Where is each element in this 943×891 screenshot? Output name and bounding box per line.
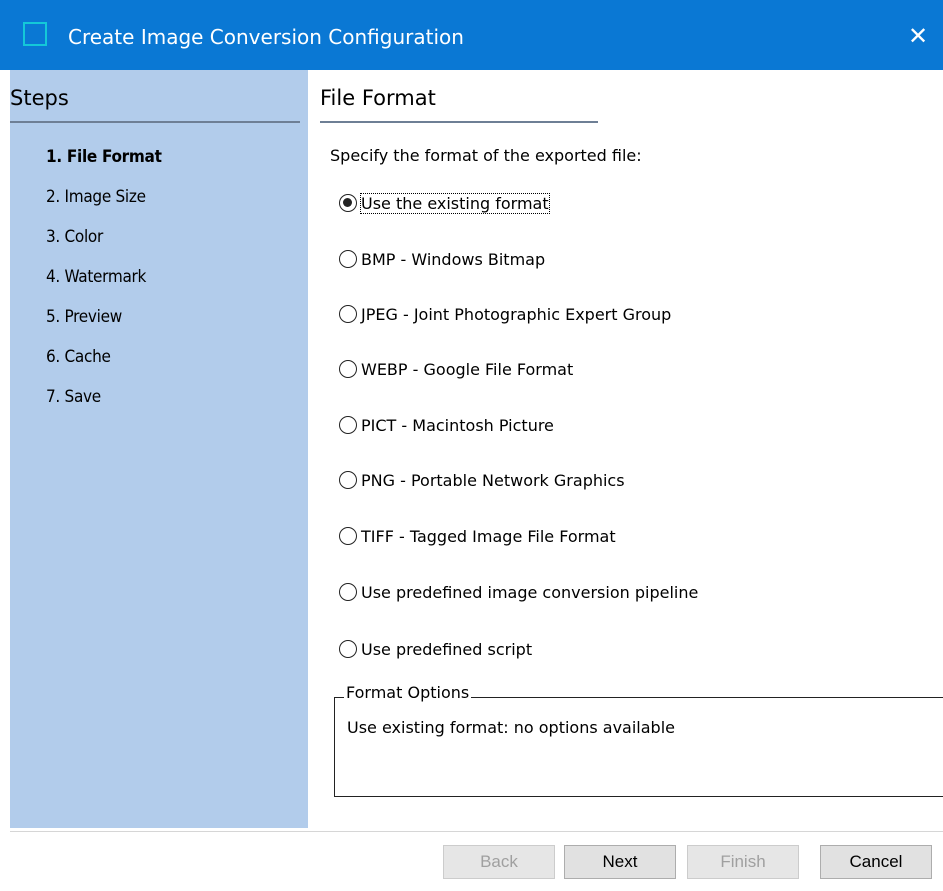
radio-label: BMP - Windows Bitmap [361,249,546,269]
radio-pipeline[interactable]: Use predefined image conversion pipeline [339,579,698,605]
step-save: 7. Save [46,387,101,407]
radio-button[interactable] [339,416,357,434]
radio-button[interactable] [339,194,357,212]
dialog-edge [0,70,10,891]
radio-label: PICT - Macintosh Picture [361,415,554,435]
radio-label: TIFF - Tagged Image File Format [361,526,616,546]
format-options-text: Use existing format: no options availabl… [347,718,675,737]
step-file-format: 1. File Format [46,147,162,167]
radio-bmp[interactable]: BMP - Windows Bitmap [339,246,545,272]
back-button[interactable]: Back [443,845,555,879]
radio-button[interactable] [339,305,357,323]
app-icon [23,22,47,46]
footer-divider [10,831,943,832]
steps-title: Steps [10,86,69,110]
section-title: File Format [320,86,436,110]
radio-label: Use the existing format [360,192,550,214]
radio-label: Use predefined script [361,639,533,659]
cancel-button[interactable]: Cancel [820,845,932,879]
format-prompt: Specify the format of the exported file: [330,146,642,165]
step-image-size: 2. Image Size [46,187,146,207]
radio-button[interactable] [339,250,357,268]
radio-existing-format[interactable]: Use the existing format [339,190,550,216]
steps-list: 1. File Format 2. Image Size 3. Color 4.… [46,145,162,425]
radio-button[interactable] [339,360,357,378]
radio-button[interactable] [339,471,357,489]
finish-button[interactable]: Finish [687,845,799,879]
radio-label: WEBP - Google File Format [361,359,574,379]
section-divider [320,121,598,123]
radio-script[interactable]: Use predefined script [339,636,532,662]
close-button[interactable]: ✕ [893,0,943,70]
radio-button[interactable] [339,583,357,601]
radio-button[interactable] [339,640,357,658]
step-cache: 6. Cache [46,347,111,367]
radio-tiff[interactable]: TIFF - Tagged Image File Format [339,523,616,549]
steps-divider [10,121,300,123]
step-color: 3. Color [46,227,103,247]
radio-png[interactable]: PNG - Portable Network Graphics [339,467,625,493]
radio-label: JPEG - Joint Photographic Expert Group [361,304,672,324]
radio-button[interactable] [339,527,357,545]
window-title: Create Image Conversion Configuration [68,25,464,49]
format-options-legend: Format Options [344,683,472,702]
format-options-group [334,697,943,797]
radio-webp[interactable]: WEBP - Google File Format [339,356,573,382]
radio-label: Use predefined image conversion pipeline [361,582,699,602]
radio-jpeg[interactable]: JPEG - Joint Photographic Expert Group [339,301,671,327]
radio-pict[interactable]: PICT - Macintosh Picture [339,412,554,438]
step-watermark: 4. Watermark [46,267,147,287]
next-button[interactable]: Next [564,845,676,879]
title-bar: Create Image Conversion Configuration ✕ [0,0,943,70]
radio-label: PNG - Portable Network Graphics [361,470,625,490]
step-preview: 5. Preview [46,307,122,327]
